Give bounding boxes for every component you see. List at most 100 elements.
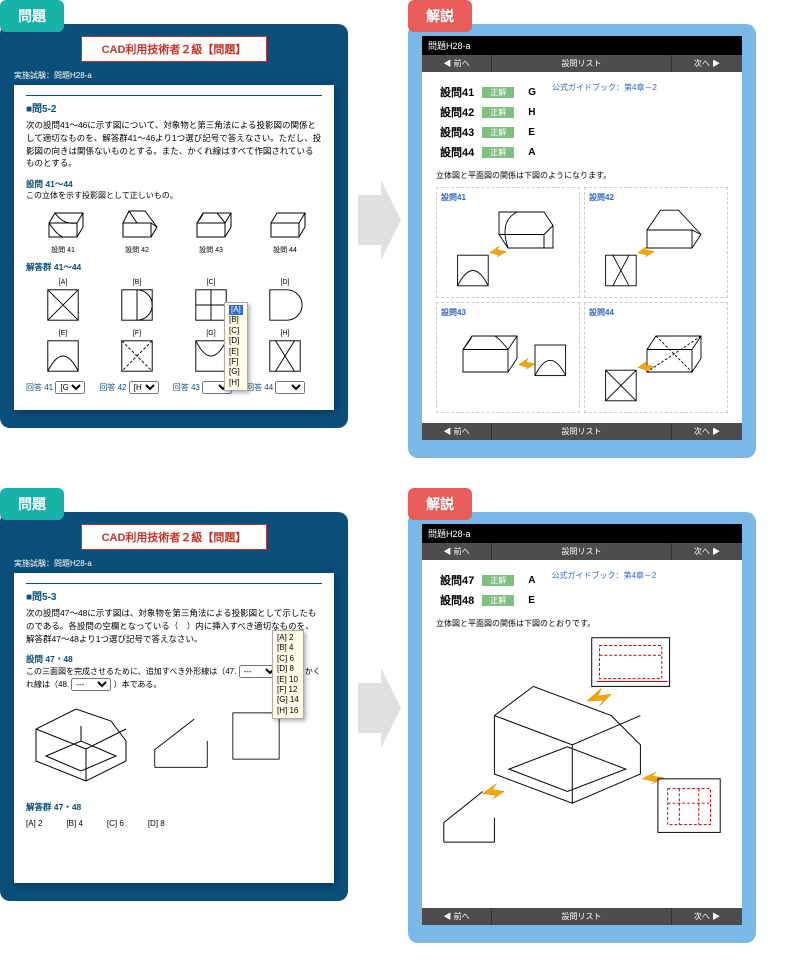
nav-next[interactable]: 次へ ▶ bbox=[672, 908, 742, 925]
table-row: 設問47正解A bbox=[436, 570, 539, 590]
answer-table: 設問41正解G 設問42正解H 設問43正解E 設問44正解A bbox=[436, 82, 540, 162]
dropdown-option[interactable]: [A] bbox=[229, 305, 243, 315]
nav-list[interactable]: 設問リスト bbox=[492, 55, 672, 72]
problem-panel-1: CAD利用技術者２級【問題】 実施試験：問題H28-a ■問5-2 次の設問41… bbox=[0, 24, 348, 428]
dropdown-option[interactable]: [H] bbox=[229, 378, 243, 388]
answer-select-44[interactable] bbox=[275, 381, 305, 394]
shape-label: 設問 44 bbox=[273, 247, 297, 254]
problem-panel-2: CAD利用技術者２級【問題】 実施試験：問題H28-a ■問5-3 次の設問47… bbox=[0, 512, 348, 901]
answer-option: [D] 8 bbox=[148, 819, 165, 828]
arrow-icon bbox=[348, 180, 408, 260]
dropdown-popup[interactable]: [A] [B] [C] [D] [E] [F] [G] [H] bbox=[224, 302, 248, 391]
nav-next[interactable]: 次へ ▶ bbox=[672, 543, 742, 560]
nav-next[interactable]: 次へ ▶ bbox=[672, 55, 742, 72]
problem-title: ■問5-3 bbox=[26, 583, 322, 603]
correct-badge: 正解 bbox=[482, 107, 514, 118]
cell-label: 設問41 bbox=[441, 192, 575, 203]
answer-select-42[interactable]: [H] bbox=[129, 381, 159, 394]
problem-header: CAD利用技術者２級【問題】 bbox=[81, 36, 268, 62]
nav-prev[interactable]: ◀ 前へ bbox=[422, 55, 492, 72]
group-label: 解答群 41～44 bbox=[26, 261, 322, 273]
sub-title: 設問 41～44 bbox=[26, 178, 322, 190]
shape-label: 設問 41 bbox=[51, 247, 75, 254]
dropdown-option[interactable]: [G] bbox=[229, 367, 243, 377]
nav-list[interactable]: 設問リスト bbox=[492, 908, 672, 925]
answer-select-41[interactable]: [G] bbox=[55, 381, 85, 394]
answer-label: 回答 42 bbox=[99, 383, 126, 392]
dropdown-option[interactable]: [B] 4 bbox=[277, 643, 299, 653]
answer-note: 立体図と平面図の関係は下図のようになります。 bbox=[436, 170, 728, 181]
tag-problem: 問題 bbox=[0, 0, 64, 32]
group-label-item: [G] bbox=[206, 330, 215, 337]
answer-option: [C] 6 bbox=[107, 819, 124, 828]
table-row: 設問41正解G bbox=[436, 82, 540, 102]
nav-list[interactable]: 設問リスト bbox=[492, 423, 672, 440]
ref-link[interactable]: 公式ガイドブック：第4章－2 bbox=[551, 570, 656, 581]
shape-label: 設問 43 bbox=[199, 247, 223, 254]
cell-label: 設問42 bbox=[589, 192, 723, 203]
group-label-item: [A] bbox=[59, 279, 68, 286]
cell-label: 設問44 bbox=[589, 307, 723, 318]
dropdown-option[interactable]: [C] bbox=[229, 326, 243, 336]
dropdown-option[interactable]: [G] 14 bbox=[277, 695, 299, 705]
dropdown-option[interactable]: [D] bbox=[229, 336, 243, 346]
answer-label: 回答 44 bbox=[246, 383, 273, 392]
shapes-row: 設問 41 設問 42 設問 43 設問 44 bbox=[26, 207, 322, 255]
nav-prev[interactable]: ◀ 前へ bbox=[422, 908, 492, 925]
problem-title: ■問5-2 bbox=[26, 95, 322, 115]
problem-header: CAD利用技術者２級【問題】 bbox=[81, 524, 268, 550]
answer-topbar: 問題H28-a bbox=[422, 36, 742, 55]
problem-text: 次の設問41～46に示す図について、対象物と第三角法による投影図の関係として適切… bbox=[26, 119, 322, 170]
answer-row: 回答 41 [G] 回答 42 [H] 回答 43 回答 44 bbox=[26, 381, 322, 394]
table-row: 設問44正解A bbox=[436, 142, 540, 162]
dropdown-option[interactable]: [C] 6 bbox=[277, 654, 299, 664]
table-row: 設問48正解E bbox=[436, 590, 539, 610]
dropdown-option[interactable]: [D] 8 bbox=[277, 664, 299, 674]
dropdown-option[interactable]: [A] 2 bbox=[277, 633, 299, 643]
group-label-item: [H] bbox=[281, 330, 290, 337]
answer-panel-1: 問題H28-a ◀ 前へ 設問リスト 次へ ▶ 設問41正解G 設問42正解H … bbox=[408, 24, 756, 458]
shape-label: 設問 42 bbox=[125, 247, 149, 254]
tag-answer: 解説 bbox=[408, 0, 472, 32]
answer-label: 回答 43 bbox=[173, 383, 200, 392]
breadcrumb: 実施試験：問題H28-a bbox=[14, 70, 334, 81]
tag-problem: 問題 bbox=[0, 488, 64, 520]
dropdown-option[interactable]: [F] bbox=[229, 357, 243, 367]
dropdown-option[interactable]: [H] 16 bbox=[277, 706, 299, 716]
nav-list[interactable]: 設問リスト bbox=[492, 543, 672, 560]
answer-option: [A] 2 bbox=[26, 819, 42, 828]
correct-badge: 正解 bbox=[482, 87, 514, 98]
group-label-item: [E] bbox=[59, 330, 68, 337]
dropdown-option[interactable]: [B] bbox=[229, 315, 243, 325]
answer-select-48[interactable]: --- bbox=[71, 678, 111, 691]
table-row: 設問42正解H bbox=[436, 102, 540, 122]
group-label-item: [C] bbox=[207, 279, 216, 286]
answer-option: [B] 4 bbox=[66, 819, 82, 828]
answer-topbar: 問題H28-a bbox=[422, 524, 742, 543]
dropdown-popup[interactable]: [A] 2 [B] 4 [C] 6 [D] 8 [E] 10 [F] 12 [G… bbox=[272, 630, 304, 719]
group-label-item: [B] bbox=[133, 279, 142, 286]
dropdown-option[interactable]: [E] 10 bbox=[277, 675, 299, 685]
answer-table: 設問47正解A 設問48正解E bbox=[436, 570, 539, 610]
answer-panel-2: 問題H28-a ◀ 前へ 設問リスト 次へ ▶ 設問47正解A 設問48正解E … bbox=[408, 512, 756, 943]
arrow-icon bbox=[348, 668, 408, 748]
dropdown-option[interactable]: [E] bbox=[229, 347, 243, 357]
correct-badge: 正解 bbox=[482, 147, 514, 158]
ref-link[interactable]: 公式ガイドブック：第4章－2 bbox=[552, 82, 657, 93]
answer-label: 回答 41 bbox=[26, 383, 53, 392]
group-label-item: [F] bbox=[133, 330, 141, 337]
breadcrumb: 実施試験：問題H28-a bbox=[14, 558, 334, 569]
tag-answer: 解説 bbox=[408, 488, 472, 520]
nav-next[interactable]: 次へ ▶ bbox=[672, 423, 742, 440]
group-label: 解答群 47・48 bbox=[26, 801, 322, 813]
correct-badge: 正解 bbox=[482, 595, 514, 606]
group-label-item: [D] bbox=[281, 279, 290, 286]
correct-badge: 正解 bbox=[482, 127, 514, 138]
table-row: 設問43正解E bbox=[436, 122, 540, 142]
nav-prev[interactable]: ◀ 前へ bbox=[422, 423, 492, 440]
correct-badge: 正解 bbox=[482, 575, 514, 586]
dropdown-option[interactable]: [F] 12 bbox=[277, 685, 299, 695]
sub-text: この立体を示す投影図として正しいもの。 bbox=[26, 190, 322, 201]
cell-label: 設問43 bbox=[441, 307, 575, 318]
nav-prev[interactable]: ◀ 前へ bbox=[422, 543, 492, 560]
